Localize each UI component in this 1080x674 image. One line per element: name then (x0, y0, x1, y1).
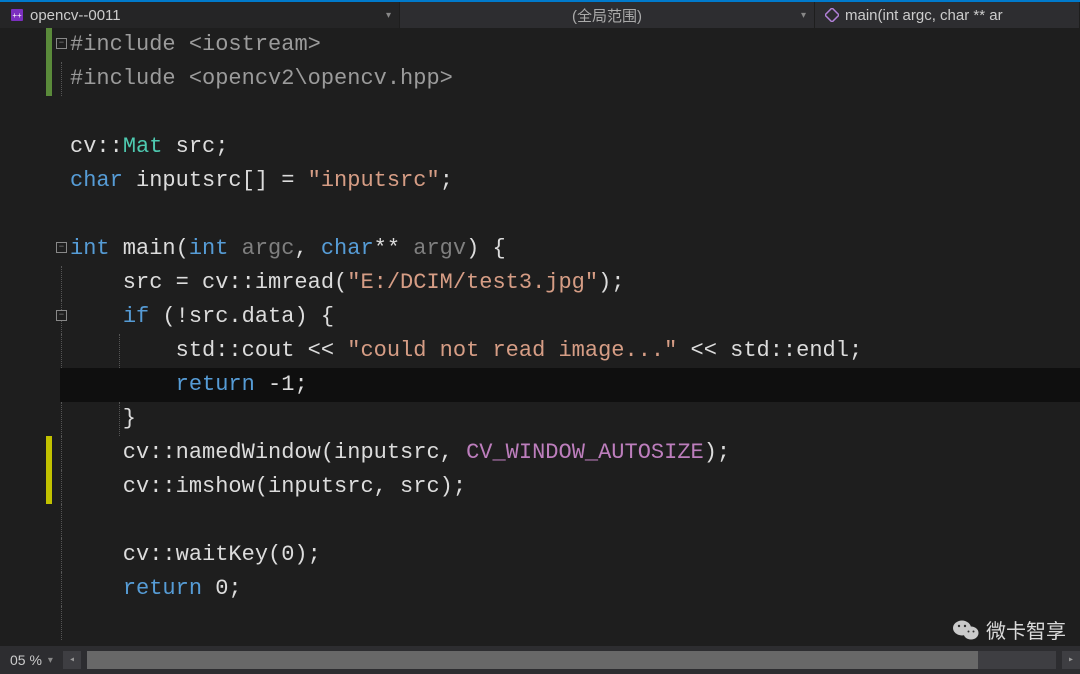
code-line[interactable]: #include <opencv2\opencv.hpp> (60, 62, 1080, 96)
code-line[interactable] (60, 606, 1080, 640)
cpp-file-icon: ++ (10, 8, 24, 22)
collapse-toggle[interactable]: − (56, 38, 67, 49)
scroll-left-button[interactable]: ◂ (63, 651, 81, 669)
code-line[interactable]: cv::waitKey(0); (60, 538, 1080, 572)
scroll-right-button[interactable]: ▸ (1062, 651, 1080, 669)
editor-gutter: − − − (0, 28, 60, 646)
code-line[interactable]: #include <iostream> (60, 28, 1080, 62)
function-name: main(int argc, char ** ar (845, 7, 1003, 24)
watermark: 微卡智享 (952, 615, 1066, 644)
statusbar: 05 % ▾ ◂ ▸ (0, 646, 1080, 674)
code-line[interactable]: int main(int argc, char** argv) { (60, 232, 1080, 266)
function-dropdown[interactable]: main(int argc, char ** ar (815, 2, 1080, 28)
chevron-down-icon: ▾ (801, 10, 806, 21)
breadcrumb-bar: ++ opencv--0011 ▾ (全局范围) ▾ main(int argc… (0, 0, 1080, 28)
code-line[interactable] (60, 96, 1080, 130)
code-line[interactable] (60, 504, 1080, 538)
project-name: opencv--0011 (30, 7, 121, 24)
code-line-current[interactable]: return -1; (60, 368, 1080, 402)
code-line[interactable]: } (60, 402, 1080, 436)
scrollbar-thumb[interactable] (87, 651, 979, 669)
watermark-text: 微卡智享 (986, 615, 1066, 644)
code-line[interactable]: if (!src.data) { (60, 300, 1080, 334)
zoom-dropdown[interactable]: 05 % ▾ (0, 652, 63, 668)
function-icon (825, 8, 839, 22)
chevron-down-icon: ▾ (386, 10, 391, 21)
collapse-toggle[interactable]: − (56, 310, 67, 321)
scope-label: (全局范围) (572, 5, 642, 26)
collapse-toggle[interactable]: − (56, 242, 67, 253)
code-line[interactable]: char inputsrc[] = "inputsrc"; (60, 164, 1080, 198)
wechat-icon (952, 618, 980, 642)
svg-text:++: ++ (12, 11, 22, 20)
code-line[interactable]: return 0; (60, 572, 1080, 606)
scope-dropdown[interactable]: (全局范围) ▾ (400, 2, 815, 28)
code-line[interactable]: cv::imshow(inputsrc, src); (60, 470, 1080, 504)
code-line[interactable]: src = cv::imread("E:/DCIM/test3.jpg"); (60, 266, 1080, 300)
chevron-down-icon: ▾ (48, 655, 53, 666)
horizontal-scrollbar[interactable] (87, 651, 1056, 669)
code-line[interactable]: std::cout << "could not read image..." <… (60, 334, 1080, 368)
code-line[interactable] (60, 198, 1080, 232)
project-dropdown[interactable]: ++ opencv--0011 ▾ (0, 2, 400, 28)
zoom-value: 05 % (10, 652, 42, 668)
code-line[interactable]: cv::namedWindow(inputsrc, CV_WINDOW_AUTO… (60, 436, 1080, 470)
code-editor[interactable]: − − − #include <iostream> #include <open… (0, 28, 1080, 646)
code-line[interactable]: cv::Mat src; (60, 130, 1080, 164)
code-area[interactable]: #include <iostream> #include <opencv2\op… (60, 28, 1080, 646)
